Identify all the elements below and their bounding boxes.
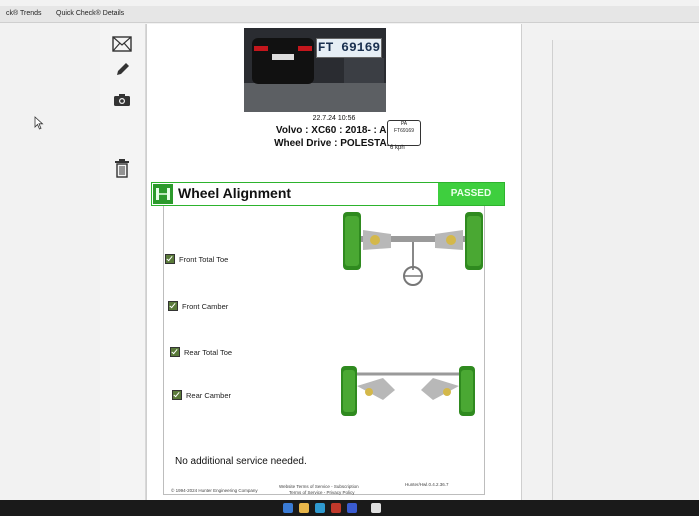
report-page: FT 69169 22.7.24 10:56 Volvo : XC60 : 20… xyxy=(146,24,522,500)
wheel-alignment-header: Wheel Alignment PASSED xyxy=(151,182,505,206)
check-label: Rear Total Toe xyxy=(184,347,233,357)
rear-axle-diagram xyxy=(341,366,475,416)
delete-button[interactable] xyxy=(111,158,133,178)
checkbox[interactable] xyxy=(168,301,178,311)
alignment-icon xyxy=(153,184,173,204)
checkbox[interactable] xyxy=(165,254,175,264)
checkbox[interactable] xyxy=(172,390,182,400)
check-label: Front Camber xyxy=(182,301,229,311)
license-plate: FT 69169 xyxy=(316,38,382,58)
pencil-icon xyxy=(117,63,129,75)
section-title: Wheel Alignment xyxy=(178,185,292,201)
vehicle-photo: FT 69169 xyxy=(244,28,386,112)
timestamp: 22.7.24 10:56 xyxy=(312,115,356,122)
app-icon[interactable] xyxy=(331,503,341,513)
email-button[interactable] xyxy=(111,34,133,54)
checkbox[interactable] xyxy=(170,347,180,357)
check-front-camber[interactable]: Front Camber xyxy=(168,301,228,311)
privacy-link[interactable]: Terms of Service - Privacy Policy xyxy=(289,490,355,495)
trash-icon xyxy=(115,159,129,178)
tool-sidebar xyxy=(100,24,146,500)
folder-icon[interactable] xyxy=(299,503,309,513)
tab-quick-check-details[interactable]: Quick Check® Details xyxy=(56,10,124,17)
app-icon-2[interactable] xyxy=(347,503,357,513)
app-icon-3[interactable] xyxy=(371,503,381,513)
screen: ck® Trends Quick Check® Details FT 69169… xyxy=(0,0,699,500)
check-rear-total-toe[interactable]: Rear Total Toe xyxy=(170,347,232,357)
terms-link[interactable]: Website Terms of Service - Subscription xyxy=(279,484,359,489)
vehicle-drive: Wheel Drive : POLESTAR xyxy=(274,138,394,149)
browser-icon[interactable] xyxy=(315,503,325,513)
taskbar xyxy=(0,500,699,516)
status-badge: PASSED xyxy=(438,183,504,205)
copyright: © 1994-2024 Hunter Engineering Company xyxy=(171,488,258,493)
front-axle-diagram xyxy=(343,212,483,286)
badge-state: PA xyxy=(400,121,408,127)
service-message: No additional service needed. xyxy=(175,456,307,467)
mail-icon xyxy=(112,36,132,52)
tab-trends[interactable]: ck® Trends xyxy=(6,10,42,17)
top-menu-bar: ck® Trends Quick Check® Details xyxy=(0,6,699,23)
speed-readout: 6 kph xyxy=(390,145,405,151)
edit-button[interactable] xyxy=(111,60,133,80)
check-label: Front Total Toe xyxy=(179,254,229,264)
right-pane xyxy=(552,40,699,500)
camera-icon xyxy=(114,94,130,106)
badge-plate: FT69169 xyxy=(393,128,414,134)
camera-button[interactable] xyxy=(111,90,133,110)
check-rear-camber[interactable]: Rear Camber xyxy=(172,390,231,400)
mouse-cursor-icon xyxy=(34,116,44,130)
vehicle-model: Volvo : XC60 : 2018- : All xyxy=(275,125,393,136)
windows-start-icon[interactable] xyxy=(283,503,293,513)
plate-badge: PA FT69169 xyxy=(387,120,421,146)
check-front-total-toe[interactable]: Front Total Toe xyxy=(165,254,228,264)
version-label: Hunter/Hwl.0.4.2.36.7 xyxy=(405,482,449,487)
check-label: Rear Camber xyxy=(186,390,232,400)
